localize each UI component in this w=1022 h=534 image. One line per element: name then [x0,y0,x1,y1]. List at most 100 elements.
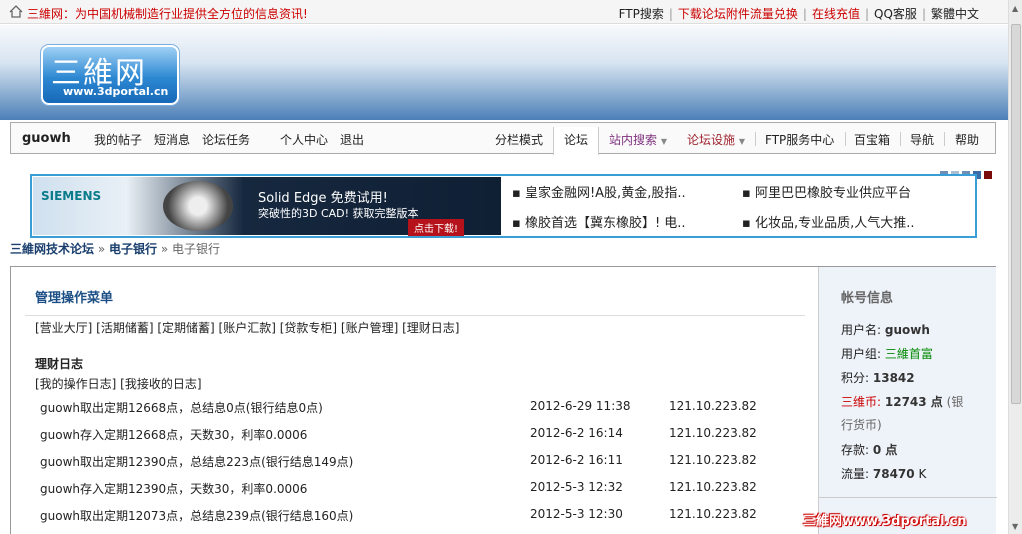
nav-my-posts[interactable]: 我的帖子 [94,131,142,148]
ad-brand: SIEMENS [41,189,102,203]
row-time: 2012-6-2 16:11 [530,453,623,467]
scrollbar[interactable]: ▲ ▼ [1008,0,1022,534]
table-row: guowh存入定期12390点，天数30，利率0.0006 2012-5-3 1… [40,480,800,500]
nav-navigation[interactable]: 导航 [910,131,934,148]
label: 存款: [841,443,870,457]
main-panel: 管理操作菜单 [营业大厅] [活期储蓄] [定期储蓄] [账户汇款] [贷款专柜… [10,266,997,534]
nav-toolbox[interactable]: 百宝箱 [854,131,890,148]
site-logo[interactable]: 三維网 www.3dportal.cn [41,45,179,105]
row-time: 2012-6-2 16:14 [530,426,623,440]
divider [944,132,945,146]
divider [819,497,997,498]
scroll-down-icon[interactable]: ▼ [1012,522,1018,531]
site-search-label: 站内搜索 [609,133,658,147]
breadcrumb: 三維网技术论坛 » 电子银行 » 电子银行 [10,240,220,257]
nav-ftp-center[interactable]: FTP服务中心 [765,131,834,148]
ad-link[interactable]: ▪ 阿里巴巴橡胶专业供应平台 [742,182,911,201]
ad-link[interactable]: ▪ 化妆品,专业品质,人气大推.. [742,212,914,231]
ad-box: SIEMENS Solid Edge 免费试用! 突破性的3D CAD! 获取完… [30,174,977,238]
nav-logout[interactable]: 退出 [340,131,364,148]
ad-link[interactable]: ▪ 皇家金融网!A股,黄金,股指.. [512,182,686,201]
ad-link-text: 阿里巴巴橡胶专业供应平台 [754,186,911,201]
label: 积分: [841,371,870,385]
table-row: guowh取出定期12668点，总结息0点(银行结息0点) 2012-6-29 … [40,399,800,419]
site-slogan: 三維网：为中国机械制造行业提供全方位的信息资讯! [27,7,308,21]
logo-url: www.3dportal.cn [63,85,169,98]
nav-facilities[interactable]: 论坛设施 ▼ [687,131,745,148]
content-title: 管理操作菜单 [35,291,114,306]
scrollbar-thumb[interactable] [1011,24,1021,404]
section-title: 理财日志 [35,357,84,371]
ad-link-text: 皇家金融网!A股,黄金,股指.. [524,186,686,201]
nav-username[interactable]: guowh [22,131,71,146]
nav-column-mode[interactable]: 分栏模式 [495,131,543,148]
ad-subtitle: 突破性的3D CAD! 获取完整版本 [258,207,419,220]
breadcrumb-bank[interactable]: 电子银行 [109,242,157,256]
ad-download-button[interactable]: 点击下载! [408,219,465,236]
nav-messages[interactable]: 短消息 [154,131,190,148]
traffic-row: 流量: 78470 K [841,465,926,482]
ad-link-text: 化妆品,专业品质,人气大推.. [754,216,915,231]
coin-note-2: 行货币) [841,418,882,432]
deposit-value: 0 点 [872,443,898,457]
divider [25,315,805,316]
account-sidebar: 帐号信息 用户名: guowh 用户组: 三維首富 积分: 13842 三维币:… [818,267,997,534]
breadcrumb-current: 电子银行 [172,242,221,256]
group-row: 用户组: 三維首富 [841,345,933,362]
recharge-link[interactable]: 在线充值 [807,7,865,21]
coin-value: 12743 点 [884,395,943,409]
coin-row: 三维币: 12743 点 (银 [841,393,963,410]
scroll-up-icon[interactable]: ▲ [1012,4,1018,13]
row-desc: guowh存入定期12668点，天数30，利率0.0006 [40,428,308,442]
row-desc: guowh取出定期12668点，总结息0点(银行结息0点) [40,401,323,415]
table-row: guowh取出定期12390点，总结息223点(银行结息149点) 2012-6… [40,453,800,473]
bank-menu[interactable]: [营业大厅] [活期储蓄] [定期储蓄] [账户汇款] [贷款专柜] [账户管理… [35,319,459,336]
row-ip: 121.10.223.82 [669,426,757,440]
exchange-link[interactable]: 下载论坛附件流量兑换 [673,7,803,21]
qq-service-link[interactable]: QQ客服 [869,7,922,21]
account-header: 帐号信息 [841,291,894,306]
table-row: guowh存入定期12668点，天数30，利率0.0006 2012-6-2 1… [40,426,800,446]
breadcrumb-separator: » [97,242,106,256]
row-ip: 121.10.223.82 [669,507,757,521]
nav-forum-tab[interactable]: 论坛 [553,127,600,155]
coin-note: (银 [946,395,964,409]
home-icon[interactable] [9,5,23,18]
row-ip: 121.10.223.82 [669,453,757,467]
chevron-down-icon: ▼ [660,137,667,146]
nav-help[interactable]: 帮助 [955,131,979,148]
label: 流量: [841,467,870,481]
label: 用户名: [841,323,882,337]
row-time: 2012-5-3 12:30 [530,507,623,521]
row-desc: guowh取出定期12390点，总结息223点(银行结息149点) [40,455,354,469]
row-ip: 121.10.223.82 [669,480,757,494]
row-ip: 121.10.223.82 [669,399,757,413]
deposit-row: 存款: 0 点 [841,441,897,458]
nav-tasks[interactable]: 论坛任务 [202,131,250,148]
nav-site-search[interactable]: 站内搜索 ▼ [609,131,667,148]
row-time: 2012-6-29 11:38 [530,399,631,413]
divider [900,132,901,146]
breadcrumb-home[interactable]: 三維网技术论坛 [10,242,94,256]
top-links: FTP搜索 | 下载论坛附件流量兑换 | 在线充值 | QQ客服 | 繁體中文 [614,5,984,22]
divider [845,132,846,146]
points-value: 13842 [872,371,915,385]
gear-icon [163,181,233,231]
row-desc: guowh取出定期12073点，总结息239点(银行结息160点) [40,509,354,523]
ad-title: Solid Edge 免费试用! [258,191,388,206]
chevron-down-icon: ▼ [738,137,745,146]
ftp-search-link[interactable]: FTP搜索 [614,7,669,21]
log-submenu[interactable]: [我的操作日志] [我接收的日志] [35,375,202,392]
row-desc: guowh存入定期12390点，天数30，利率0.0006 [40,482,308,496]
nav-profile[interactable]: 个人中心 [280,131,328,148]
nav-bar: guowh 我的帖子 短消息 论坛任务 个人中心 退出 分栏模式 论坛 站内搜索… [10,122,996,155]
ad-link-text: 橡胶首选【冀东橡胶】! 电.. [524,216,686,231]
ad-link[interactable]: ▪ 橡胶首选【冀东橡胶】! 电.. [512,212,686,231]
group-value[interactable]: 三維首富 [885,347,933,361]
points-row: 积分: 13842 [841,369,915,386]
label: 三维币: [841,395,882,409]
pager-dot[interactable] [984,171,992,179]
traditional-chinese-link[interactable]: 繁體中文 [926,7,984,21]
watermark: 三維网www.3dportal.cn [803,514,967,529]
ad-banner-image[interactable]: SIEMENS Solid Edge 免费试用! 突破性的3D CAD! 获取完… [33,177,501,236]
